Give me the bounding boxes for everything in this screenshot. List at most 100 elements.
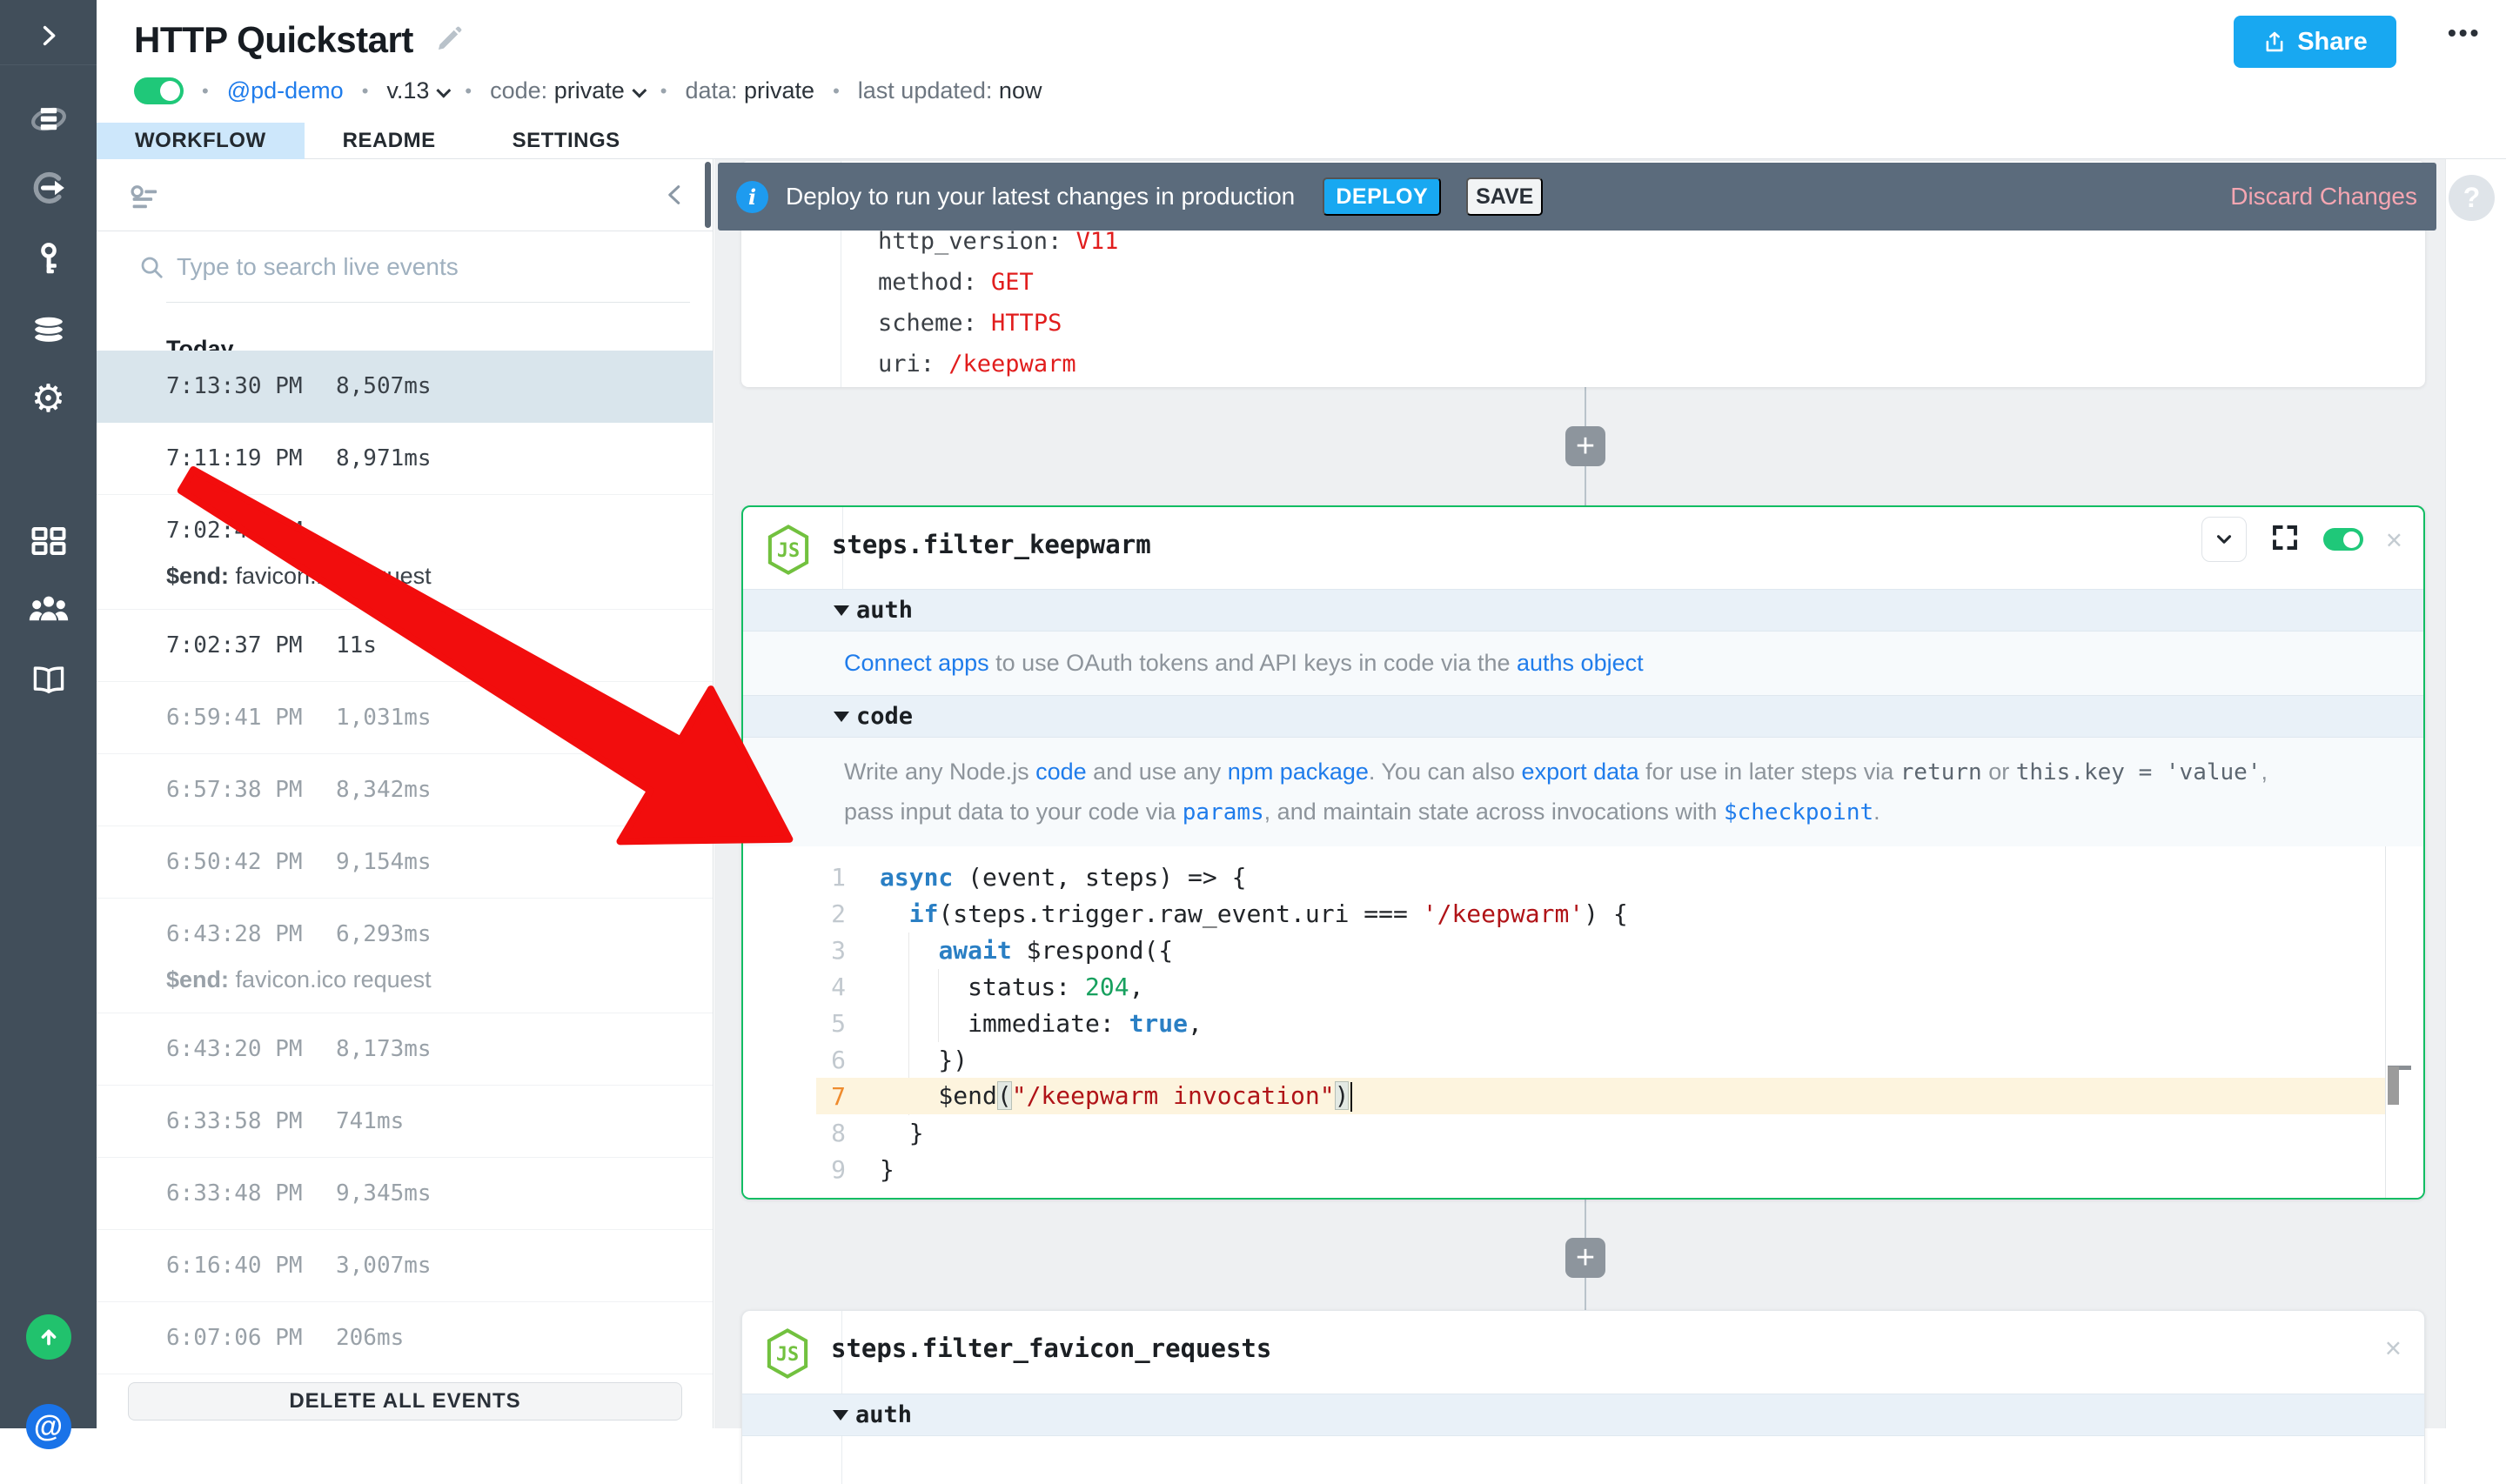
code-line[interactable]: 8 } [816,1114,2385,1151]
step-title: steps.filter_keepwarm [832,530,1151,559]
close-step-icon[interactable]: × [2385,1334,2402,1362]
event-row[interactable]: 7:02:37 PM11s [97,610,713,682]
event-row[interactable]: 6:43:28 PM6,293ms$end: favicon.ico reque… [97,899,713,1013]
code-line[interactable]: 2 if(steps.trigger.raw_event.uri === '/k… [816,895,2385,932]
step-enabled-toggle[interactable] [2323,528,2363,551]
auth-help-text: Connect apps to use OAuth tokens and API… [844,650,1644,677]
app-sidebar: ⚙ @ [0,0,97,1428]
code-line[interactable]: 3 await $respond({ [816,932,2385,968]
editor-overview-ruler [2385,846,2386,1198]
deploy-button[interactable]: DEPLOY [1323,177,1441,216]
chevron-down-icon [632,84,647,98]
event-row[interactable]: 6:43:20 PM8,173ms [97,1013,713,1086]
workflows-icon[interactable] [0,93,97,145]
edit-title-icon[interactable] [434,24,464,58]
workflow-meta-row: • @pd-demo • v.13 • code: private • data… [134,77,1042,104]
event-sources-icon[interactable] [0,162,97,214]
fullscreen-button[interactable] [2269,522,2301,558]
event-row[interactable]: 6:57:38 PM8,342ms [97,754,713,826]
triangle-down-icon [833,1410,848,1420]
trigger-event-preview: http_version: V11method: GETscheme: HTTP… [878,221,1118,384]
event-row[interactable]: 7:13:30 PM8,507ms [97,351,713,423]
triangle-down-icon [834,712,849,722]
auth-section-header[interactable]: auth [742,1394,2424,1436]
filter-events-icon[interactable] [128,182,163,221]
deploy-banner: i Deploy to run your latest changes in p… [718,163,2436,231]
events-list: 7:13:30 PM8,507ms7:11:19 PM8,971ms7:02:4… [97,351,713,1374]
event-row[interactable]: 7:02:49 PM $end: favicon.ico request [97,495,713,610]
data-stores-icon[interactable] [0,302,97,354]
code-section-header[interactable]: code [743,695,2423,738]
editor-scrollbar-thumb[interactable] [2388,1066,2399,1105]
upgrade-icon[interactable] [0,1311,97,1363]
event-row[interactable]: 7:11:19 PM8,971ms [97,423,713,495]
event-time: 6:43:28 PM [166,921,336,947]
event-duration: 8,971ms [336,445,432,471]
canvas-scroll-gutter[interactable] [2445,159,2506,1428]
event-time: 7:02:37 PM [166,632,336,658]
collapse-panel-icon[interactable] [662,182,688,212]
account-link[interactable]: @pd-demo [227,77,344,104]
chevron-down-icon [437,84,452,98]
event-time: 6:57:38 PM [166,777,336,803]
info-icon: i [736,181,768,213]
code-line[interactable]: 9} [816,1151,2385,1187]
search-input[interactable] [177,245,664,289]
event-time: 6:59:41 PM [166,705,336,731]
event-duration: 9,345ms [336,1180,432,1207]
apps-grid-icon[interactable] [0,515,97,567]
event-row[interactable]: 6:33:58 PM741ms [97,1086,713,1158]
community-icon[interactable] [0,583,97,635]
triangle-down-icon [834,605,849,616]
event-duration: 1,031ms [336,705,432,731]
event-time: 6:07:06 PM [166,1325,336,1351]
close-step-icon[interactable]: × [2386,525,2402,554]
chevron-down-icon [2213,528,2235,551]
docs-book-icon[interactable] [0,653,97,705]
event-row[interactable]: 6:33:48 PM9,345ms [97,1158,713,1230]
share-button[interactable]: Share [2234,16,2396,68]
event-row[interactable]: 6:59:41 PM1,031ms [97,682,713,754]
event-duration: 3,007ms [336,1253,432,1279]
step-menu-button[interactable] [2201,517,2247,562]
event-end-label: $end: favicon.ico request [166,563,713,590]
version-dropdown[interactable]: v.13 [386,77,446,104]
add-step-button[interactable]: + [1565,426,1605,466]
settings-gear-icon[interactable]: ⚙ [0,373,97,425]
event-row[interactable]: 6:16:40 PM3,007ms [97,1230,713,1302]
tab-workflow[interactable]: WORKFLOW [97,123,305,159]
profile-avatar-icon[interactable]: @ [0,1400,97,1453]
code-line[interactable]: 4 status: 204, [816,968,2385,1005]
code-line[interactable]: 6 }) [816,1041,2385,1078]
event-row[interactable]: 6:07:06 PM206ms [97,1302,713,1374]
add-step-button[interactable]: + [1565,1238,1605,1278]
auth-section-body: Connect apps to use OAuth tokens and API… [743,632,2423,695]
discard-changes-button[interactable]: Discard Changes [2230,183,2417,211]
code-visibility-dropdown[interactable]: code: private [490,77,642,104]
event-time: 6:33:48 PM [166,1180,336,1207]
live-events-panel: Today 7:13:30 PM8,507ms7:11:19 PM8,971ms… [97,159,714,1428]
events-scrollbar-thumb[interactable] [705,162,711,228]
event-row[interactable]: 6:50:42 PM9,154ms [97,826,713,899]
code-section-description: Write any Node.js code and use any npm p… [743,738,2423,846]
workflow-active-toggle[interactable] [134,77,184,104]
workflow-header: HTTP Quickstart Share ••• • @pd-demo • v… [97,0,2506,159]
expand-sidebar-icon[interactable] [0,10,97,62]
save-button[interactable]: SAVE [1466,177,1543,216]
help-button[interactable]: ? [2449,175,2495,221]
code-line[interactable]: 7 $end("/keepwarm invocation") [816,1078,2385,1114]
event-duration: 206ms [336,1325,404,1351]
more-menu-button[interactable]: ••• [2448,19,2481,47]
auth-section-header[interactable]: auth [743,589,2423,632]
event-time: 7:02:49 PM [166,518,336,544]
tab-readme[interactable]: README [305,123,474,159]
code-line[interactable]: 1async (event, steps) => { [816,859,2385,895]
share-icon [2262,30,2287,54]
tab-settings[interactable]: SETTINGS [474,123,659,159]
data-visibility-label: data: private [685,77,814,104]
delete-all-events-button[interactable]: DELETE ALL EVENTS [128,1382,682,1420]
accounts-key-icon[interactable] [0,233,97,285]
event-end-label: $end: favicon.ico request [166,966,713,993]
code-line[interactable]: 5 immediate: true, [816,1005,2385,1041]
code-editor[interactable]: 1async (event, steps) => {2 if(steps.tri… [743,846,2423,1198]
